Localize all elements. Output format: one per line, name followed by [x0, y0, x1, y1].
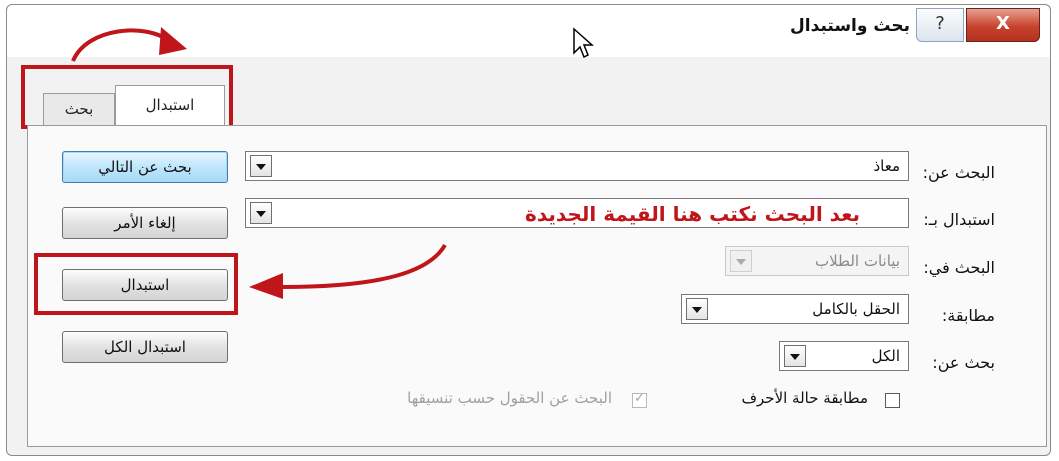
find-what-input[interactable]: معاذ — [245, 151, 909, 181]
match-label: مطابقة: — [941, 306, 995, 325]
look-in-value: بيانات الطلاب — [814, 252, 900, 270]
tab-highlight-box — [21, 65, 233, 129]
chevron-down-icon[interactable] — [250, 155, 272, 177]
chevron-down-icon — [730, 250, 752, 272]
chevron-down-icon[interactable] — [250, 202, 272, 224]
match-case-checkbox[interactable] — [885, 393, 900, 408]
replace-highlight-box — [34, 253, 238, 315]
find-what-value: معاذ — [873, 157, 900, 175]
dialog-title: بحث واستبدال — [790, 16, 910, 36]
replace-all-button[interactable]: استبدال الكل — [62, 331, 228, 363]
chevron-down-icon[interactable] — [784, 345, 806, 367]
cancel-button[interactable]: إلغاء الأمر — [62, 207, 228, 239]
find-replace-dialog: بحث واستبدال ? X بحث استبدال البحث عن: ا… — [6, 4, 1051, 456]
close-button[interactable]: X — [966, 8, 1040, 42]
search-direction-select[interactable]: الكل — [779, 341, 909, 371]
search-formatted-label: البحث عن الحقول حسب تنسيقها — [407, 389, 612, 407]
match-case-label: مطابقة حالة الأحرف — [741, 389, 868, 407]
replace-with-label: استبدال بـ: — [923, 210, 995, 229]
annotation-curved-arrow — [71, 27, 187, 62]
chevron-down-icon[interactable] — [686, 298, 708, 320]
help-button[interactable]: ? — [916, 8, 964, 42]
find-next-button[interactable]: بحث عن التالي — [62, 151, 228, 183]
look-in-select: بيانات الطلاب — [725, 246, 909, 276]
mouse-cursor-icon — [573, 27, 594, 59]
search-formatted-checkbox — [632, 391, 647, 408]
match-value: الحقل بالكامل — [812, 300, 900, 318]
search-direction-label: بحث عن: — [932, 353, 995, 372]
look-in-label: البحث في: — [923, 258, 995, 277]
find-label: البحث عن: — [922, 163, 995, 182]
annotation-arrow — [249, 243, 447, 299]
annotation-text: بعد البحث نكتب هنا القيمة الجديدة — [525, 202, 860, 226]
search-direction-value: الكل — [871, 347, 900, 365]
match-select[interactable]: الحقل بالكامل — [681, 294, 909, 324]
